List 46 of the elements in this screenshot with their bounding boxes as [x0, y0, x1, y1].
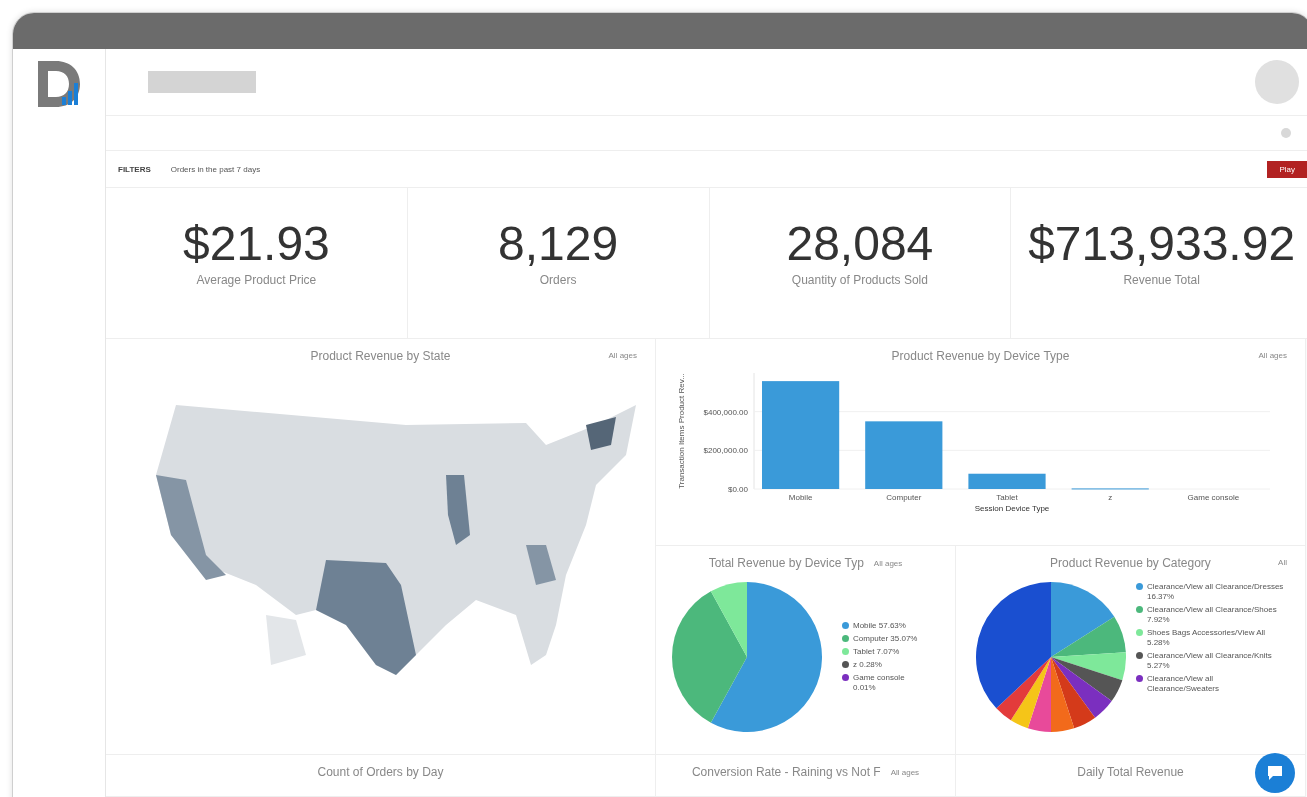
axis-label: Tablet — [996, 493, 1018, 502]
axis-title: Transaction Items Product Rev... — [677, 373, 686, 489]
panel-title: Product Revenue by Category — [1050, 556, 1211, 570]
panel-tag: All ages — [1258, 351, 1287, 360]
legend-item: Clearance/View all Clearance/Knits 5.27% — [1136, 651, 1286, 671]
kpi-value: 8,129 — [498, 216, 619, 271]
panel-tag: All ages — [890, 767, 920, 777]
axis-label: Computer — [886, 493, 922, 502]
axis-label: z — [1108, 493, 1113, 502]
panel-tag: All ages — [873, 558, 903, 568]
axis-title: Session Device Type — [974, 504, 1050, 513]
legend-item: Game console 0.01% — [842, 673, 926, 693]
play-button[interactable]: Play — [1267, 160, 1307, 178]
kpi-value: $21.93 — [182, 216, 330, 271]
avatar-icon[interactable] — [1255, 60, 1299, 104]
kpi-value: 28,084 — [786, 216, 934, 271]
panel-title: Conversion Rate - Raining vs Not F — [691, 765, 881, 779]
legend-item: Tablet 7.07% — [842, 647, 926, 657]
kpi-value: $713,933.92 — [1028, 216, 1296, 271]
legend-item: Clearance/View all Clearance/Dresses 16.37% — [1136, 582, 1286, 602]
panel-title: Total Revenue by Device Typ — [708, 556, 864, 570]
panel-tag: All — [1278, 558, 1287, 567]
legend-item: Mobile 57.63% — [842, 621, 926, 631]
filters-toggle[interactable]: FILTERS — [118, 164, 151, 174]
panel-title: Product Revenue by State — [310, 349, 451, 363]
legend-item: z 0.28% — [842, 660, 926, 670]
axis-label: Game console — [1187, 493, 1240, 502]
panel-title: Count of Orders by Day — [317, 765, 444, 779]
axis-label: Mobile — [788, 493, 813, 502]
panel-tag: All ages — [608, 351, 637, 360]
kpi-label: Orders — [539, 273, 577, 287]
legend-item: Shoes Bags Accessories/View All 5.28% — [1136, 628, 1286, 648]
kpi-label: Quantity of Products Sold — [791, 273, 928, 287]
logo-icon — [36, 59, 82, 109]
panel-title: Product Revenue by Device Type — [891, 349, 1070, 363]
axis-label: $0.00 — [727, 485, 748, 494]
axis-label: $400,000.00 — [703, 407, 748, 417]
chat-icon — [1266, 764, 1284, 782]
legend-item: Computer 35.07% — [842, 634, 926, 644]
kpi-label: Revenue Total — [1123, 273, 1200, 287]
legend-item: Clearance/View all Clearance/Shoes 7.92% — [1136, 605, 1286, 625]
panel-title: Daily Total Revenue — [1077, 765, 1184, 779]
axis-label: $200,000.00 — [703, 446, 748, 456]
filter-description: Orders in the past 7 days — [170, 164, 262, 174]
legend-item: Clearance/View all Clearance/Sweaters — [1136, 674, 1286, 694]
kpi-label: Average Product Price — [196, 273, 317, 287]
